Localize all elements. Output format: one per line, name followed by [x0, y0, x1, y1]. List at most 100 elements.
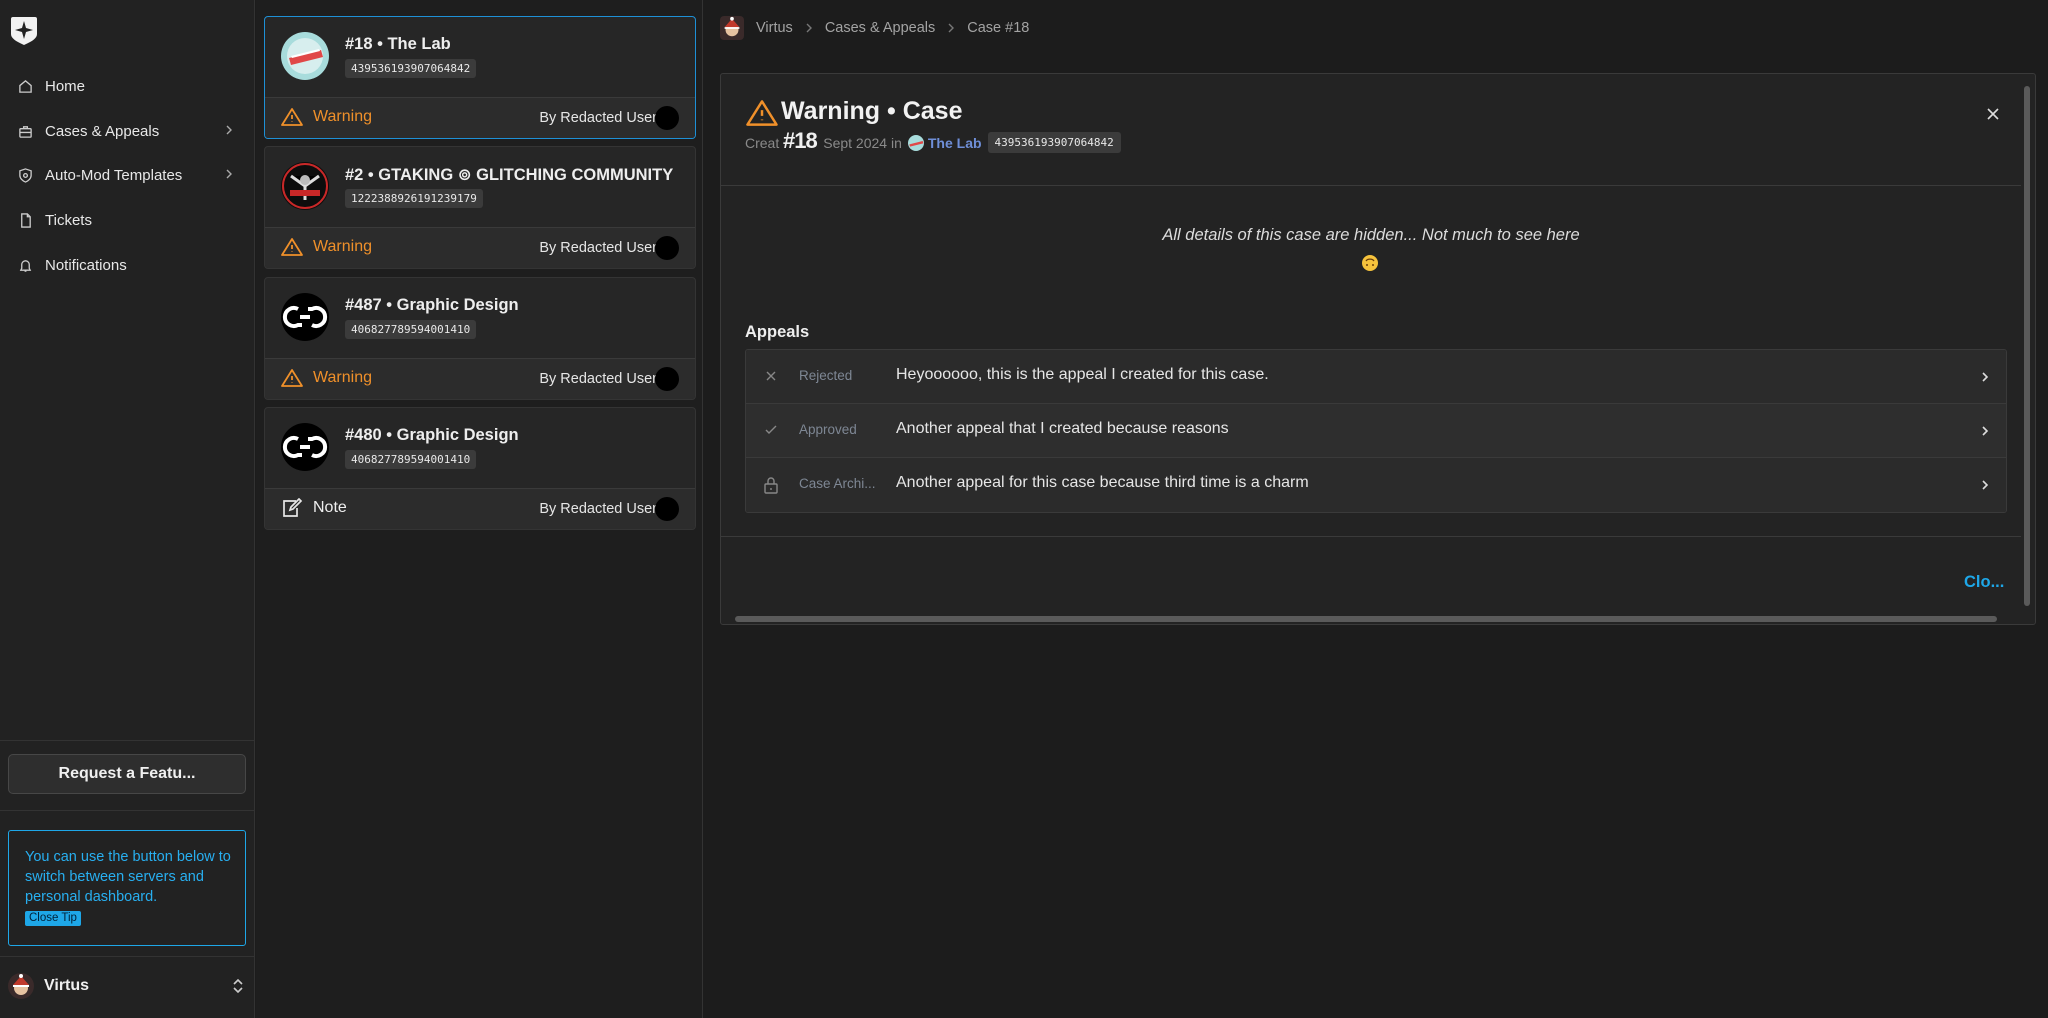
- close-tip-button[interactable]: Close Tip: [25, 911, 81, 926]
- nav-tickets[interactable]: Tickets: [8, 202, 248, 238]
- created-suffix: Sept 2024 in: [823, 134, 902, 151]
- created-prefix: Creat: [745, 134, 780, 151]
- case-number-overlay: #18: [783, 128, 818, 153]
- app-logo-icon[interactable]: [6, 12, 42, 48]
- appeal-row[interactable]: Approved Another appeal that I created b…: [746, 404, 2006, 458]
- case-type-label: Warning: [313, 108, 372, 125]
- case-card[interactable]: #487 • Graphic Design 406827789594001410…: [264, 277, 696, 400]
- request-feature-button[interactable]: Request a Featu...: [8, 754, 246, 794]
- case-detail-panel: Warning • Case Creat Sept 2024 in The La…: [720, 73, 2036, 625]
- panel-divider: [721, 536, 2021, 537]
- case-footer: Warning By Redacted User: [265, 97, 695, 138]
- warning-icon: [281, 368, 303, 388]
- hidden-details-message: All details of this case are hidden... N…: [1162, 226, 1580, 244]
- check-icon: [763, 422, 779, 438]
- case-footer: Warning By Redacted User: [265, 227, 695, 268]
- server-avatar: [8, 973, 34, 999]
- case-author: By Redacted User: [539, 110, 657, 126]
- nav-notifications-label: Notifications: [45, 256, 127, 274]
- case-card[interactable]: #2 • GTAKING ⊚ GLITCHING COMMUNITY 12223…: [264, 146, 696, 269]
- server-name: Virtus: [44, 977, 90, 994]
- tip-text: You can use the button below to switch b…: [25, 849, 231, 905]
- case-card[interactable]: #480 • Graphic Design 406827789594001410…: [264, 407, 696, 530]
- server-switcher[interactable]: Virtus: [8, 968, 248, 1004]
- appeal-status: Approved: [799, 422, 857, 437]
- nav-automod-templates[interactable]: Auto-Mod Templates: [8, 157, 248, 193]
- main-content: Virtus Cases & Appeals Case #18 Warning …: [704, 0, 2048, 1018]
- chevron-right-icon: [1980, 424, 1990, 438]
- chevron-right-icon: [805, 22, 813, 34]
- case-footer: Warning By Redacted User: [265, 358, 695, 399]
- horizontal-scrollbar[interactable]: [735, 616, 1997, 622]
- case-type: Note: [281, 498, 347, 518]
- nav-cases-appeals-label: Cases & Appeals: [45, 122, 160, 140]
- sidebar-divider: [0, 956, 254, 957]
- breadcrumb-item[interactable]: Cases & Appeals: [825, 20, 935, 36]
- chevron-up-down-icon: [232, 977, 244, 995]
- bell-icon: [18, 254, 40, 276]
- lock-icon: [763, 476, 779, 494]
- warning-icon: [746, 98, 778, 128]
- server-id-badge: 1222388926191239179: [345, 189, 483, 208]
- server-avatar: [720, 16, 744, 40]
- close-button[interactable]: Clo...: [1964, 573, 2004, 592]
- nav-cases-appeals[interactable]: Cases & Appeals: [8, 113, 248, 149]
- sidebar-divider: [0, 810, 254, 811]
- appeal-row[interactable]: Rejected Heyoooooo, this is the appeal I…: [746, 350, 2006, 404]
- panel-header: Warning • Case Creat Sept 2024 in The La…: [721, 74, 2021, 186]
- server-avatar: [907, 134, 924, 151]
- case-author: By Redacted User: [539, 371, 657, 387]
- breadcrumb-item[interactable]: Virtus: [756, 20, 793, 36]
- case-title: #2 • GTAKING ⊚ GLITCHING COMMUNITY: [345, 166, 674, 184]
- case-author: By Redacted User: [539, 240, 657, 256]
- case-footer: Note By Redacted User: [265, 488, 695, 529]
- chevron-right-icon: [1980, 370, 1990, 384]
- nav-home-label: Home: [45, 77, 86, 95]
- chevron-right-icon: [224, 124, 234, 136]
- case-type: Warning: [281, 237, 372, 257]
- sidebar: Home Cases & Appeals Auto-Mod Templates …: [0, 0, 255, 1018]
- sidebar-divider: [0, 740, 254, 741]
- chevron-right-icon: [1980, 478, 1990, 492]
- case-type-label: Note: [313, 499, 347, 516]
- case-title: #480 • Graphic Design: [345, 426, 519, 444]
- case-card[interactable]: #18 • The Lab 439536193907064842 Warning…: [264, 16, 696, 139]
- nav-automod-label: Auto-Mod Templates: [45, 166, 183, 184]
- server-avatar: [281, 32, 329, 80]
- nav-notifications[interactable]: Notifications: [8, 247, 248, 283]
- server-name: The Lab: [927, 134, 982, 151]
- x-icon: [763, 368, 779, 384]
- vertical-scrollbar[interactable]: [2024, 86, 2030, 606]
- appeal-text: Another appeal for this case because thi…: [896, 474, 1309, 491]
- appeals-list: Rejected Heyoooooo, this is the appeal I…: [745, 349, 2007, 513]
- server-id-badge: 439536193907064842: [987, 132, 1121, 153]
- note-icon: [281, 498, 303, 518]
- upside-down-face-icon: [1361, 254, 1379, 272]
- user-avatar: [655, 497, 679, 521]
- ticket-icon: [18, 209, 40, 231]
- breadcrumb-item: Case #18: [967, 20, 1030, 36]
- appeal-status: Case Archi...: [799, 476, 876, 491]
- close-icon[interactable]: [1981, 102, 2005, 126]
- server-id-badge: 406827789594001410: [345, 450, 477, 469]
- server-avatar: [281, 423, 329, 471]
- appeal-row[interactable]: Case Archi... Another appeal for this ca…: [746, 458, 2006, 512]
- breadcrumb: Virtus Cases & Appeals Case #18: [720, 16, 1029, 40]
- briefcase-icon: [18, 120, 40, 142]
- tip-box: You can use the button below to switch b…: [8, 830, 246, 946]
- server-avatar: [281, 162, 329, 210]
- server-link[interactable]: The Lab: [907, 134, 982, 151]
- home-icon: [18, 75, 40, 97]
- case-type: Warning: [281, 368, 372, 388]
- shield-icon: [18, 164, 40, 186]
- case-title: #18 • The Lab: [345, 35, 451, 53]
- nav-home[interactable]: Home: [8, 68, 248, 104]
- appeals-heading: Appeals: [745, 323, 810, 341]
- server-avatar: [281, 293, 329, 341]
- case-type-label: Warning: [313, 369, 372, 386]
- chevron-right-icon: [224, 168, 234, 180]
- warning-icon: [281, 107, 303, 127]
- chevron-right-icon: [947, 22, 955, 34]
- appeal-status: Rejected: [799, 368, 853, 383]
- case-type-label: Warning: [313, 238, 372, 255]
